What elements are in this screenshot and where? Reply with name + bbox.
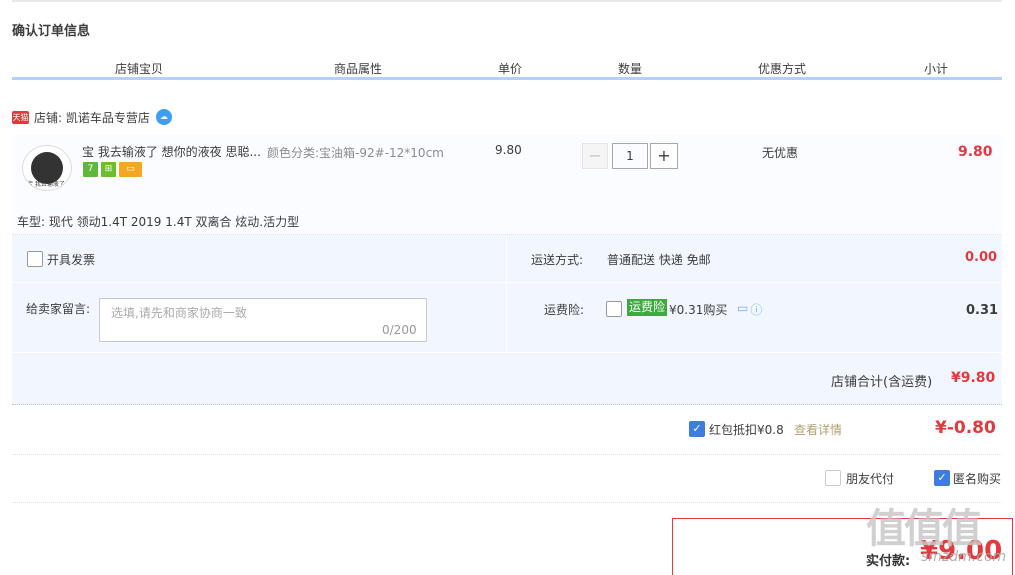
item-thumbnail[interactable]: 宝 我去输液了 (22, 145, 72, 191)
guarantee-icon[interactable]: ⊞ (101, 162, 116, 177)
card-pay-icon[interactable]: ▭ (119, 162, 142, 177)
quantity-increase-button[interactable]: + (650, 143, 678, 169)
anonymous-checkbox[interactable]: ✓ (934, 470, 950, 486)
shop-total-label: 店铺合计(含运费) (831, 375, 933, 390)
insurance-label: 运费险: (544, 303, 585, 317)
shipping-label: 运送方式: (531, 253, 584, 267)
page-title: 确认订单信息 (12, 24, 91, 39)
options-divider-vertical (506, 236, 507, 353)
seller-message-label: 给卖家留言: (26, 302, 91, 316)
options-divider-horizontal-2 (12, 352, 1002, 353)
red-packet-details-link[interactable]: 查看详情 (794, 421, 842, 438)
anonymous-label[interactable]: 匿名购买 (953, 470, 1001, 487)
thumbnail-caption: 宝 我去输液了 (27, 181, 65, 188)
item-subtotal: 9.80 (958, 144, 993, 160)
insurance-price: 0.31 (966, 303, 999, 318)
red-packet-label[interactable]: 红包抵扣¥0.8 (709, 421, 784, 438)
help-icon[interactable]: ⓘ (750, 301, 762, 318)
shipping-method[interactable]: 普通配送 快递 免邮 (607, 251, 711, 268)
friend-pay-label[interactable]: 朋友代付 (846, 470, 894, 487)
top-divider (12, 0, 1002, 2)
divider (12, 502, 1002, 503)
column-header-qty: 数量 (617, 62, 642, 76)
seller-message-counter: 0/200 (382, 323, 417, 337)
insurance-checkbox[interactable] (606, 301, 622, 317)
column-header-subtotal: 小计 (923, 62, 948, 76)
watermark-domain: smzdm.com (921, 549, 1007, 565)
table-header: 店铺宝贝 商品属性 单价 数量 优惠方式 小计 (12, 56, 1002, 80)
column-header-item: 店铺宝贝 (114, 62, 163, 76)
item-sku: 颜色分类:宝油箱-92#-12*10cm (267, 143, 449, 163)
insurance-tag: 运费险 (627, 299, 668, 316)
tmall-badge: 天猫 (12, 110, 29, 124)
options-divider-horizontal (12, 282, 1002, 283)
unit-price: 9.80 (495, 143, 522, 157)
chat-bubble-icon[interactable]: ▭ (737, 301, 748, 318)
friend-pay-checkbox[interactable] (825, 470, 841, 486)
quantity-input[interactable]: 1 (612, 143, 648, 169)
sku-label: 颜色分类: (267, 146, 320, 160)
shipping-price: 0.00 (965, 250, 998, 265)
divider (12, 454, 1002, 455)
watermark-logo: 值值值 (866, 506, 982, 552)
invoice-checkbox[interactable] (27, 251, 43, 267)
column-header-discount: 优惠方式 (757, 62, 806, 76)
item-title-link[interactable]: 宝 我去输液了 想你的液夜 思聪... (82, 143, 264, 160)
shop-name-link[interactable]: 店铺: 凯诺车品专营店 (34, 109, 150, 126)
shop-total-value: ¥9.80 (951, 370, 996, 386)
quantity-decrease-button[interactable]: − (582, 143, 608, 169)
invoice-label[interactable]: 开具发票 (47, 251, 95, 268)
red-packet-checkbox[interactable]: ✓ (689, 421, 705, 437)
insurance-help: ▭ ⓘ (737, 301, 762, 318)
column-header-price: 单价 (497, 62, 522, 76)
sku-value: 宝油箱-92#-12*10cm (319, 146, 444, 160)
wangwang-chat-icon[interactable]: ☁ (155, 109, 172, 125)
service-badges: 7 ⊞ ▭ (83, 162, 142, 177)
insurance-offer: ¥0.31购买 (669, 303, 728, 317)
seven-day-return-icon[interactable]: 7 (83, 162, 98, 177)
seller-message-placeholder: 选填,请先和商家协商一致 (111, 306, 247, 320)
column-header-attrs: 商品属性 (333, 62, 382, 76)
car-type: 车型: 现代 领动1.4T 2019 1.4T 双离合 炫动.活力型 (17, 215, 300, 229)
discount-method: 无优惠 (762, 146, 799, 160)
shop-row: 天猫 店铺: 凯诺车品专营店 ☁ (12, 108, 172, 126)
red-packet-value: ¥-0.80 (935, 418, 996, 438)
